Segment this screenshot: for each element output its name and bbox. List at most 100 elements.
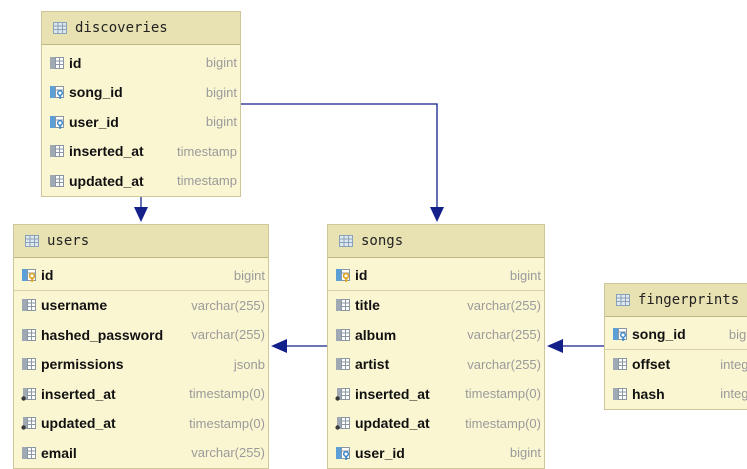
- column-type: bigint: [205, 84, 237, 100]
- column-icon: [49, 143, 65, 159]
- column-row[interactable]: title varchar(255): [328, 291, 544, 321]
- column-row[interactable]: offset integer: [605, 350, 747, 380]
- column-row[interactable]: song_id bigint: [605, 320, 747, 350]
- column-name: updated_at: [69, 172, 144, 189]
- table-icon: [615, 292, 631, 308]
- foreign-key-icon: [335, 445, 351, 461]
- column-row[interactable]: hash integer: [605, 379, 747, 409]
- column-name: id: [41, 267, 54, 284]
- column-type: bigint: [205, 55, 237, 71]
- foreign-key-icon: [612, 326, 628, 342]
- column-name: updated_at: [355, 415, 430, 432]
- column-type: jsonb: [233, 356, 265, 372]
- column-row[interactable]: email varchar(255): [14, 438, 268, 468]
- column-name: title: [355, 297, 380, 314]
- column-icon: [612, 356, 628, 372]
- column-row[interactable]: song_id bigint: [42, 78, 240, 108]
- column-name: inserted_at: [69, 143, 144, 160]
- table-icon: [24, 233, 40, 249]
- column-type: timestamp(0): [465, 386, 541, 402]
- column-row[interactable]: username varchar(255): [14, 291, 268, 321]
- column-row[interactable]: updated_at timestamp: [42, 166, 240, 196]
- not-null-column-icon: [21, 415, 37, 431]
- column-list: id bigint username varchar(255) hashed_passw…: [14, 258, 268, 468]
- table-header[interactable]: users: [14, 225, 268, 258]
- column-row[interactable]: updated_at timestamp(0): [14, 409, 268, 439]
- column-type: timestamp: [177, 143, 237, 159]
- column-row[interactable]: user_id bigint: [42, 107, 240, 137]
- primary-key-icon: [21, 267, 37, 283]
- table-icon: [338, 233, 354, 249]
- column-name: album: [355, 326, 397, 343]
- column-name: hash: [632, 385, 665, 402]
- column-name: hashed_password: [41, 326, 164, 343]
- column-row[interactable]: id bigint: [14, 261, 268, 291]
- column-type: varchar(255): [191, 297, 265, 313]
- column-name: permissions: [41, 356, 124, 373]
- column-type: varchar(255): [191, 445, 265, 461]
- column-type: timestamp(0): [189, 386, 265, 402]
- arrow-head-icon: [430, 207, 444, 222]
- column-name: updated_at: [41, 415, 116, 432]
- foreign-key-icon: [49, 114, 65, 130]
- column-type: varchar(255): [467, 327, 541, 343]
- column-name: artist: [355, 356, 390, 373]
- arrow-head-icon: [134, 207, 148, 222]
- column-list: id bigint title varchar(255) album varchar(25…: [328, 258, 544, 468]
- table-discoveries[interactable]: discoveries id bigint song_id bigint user_id b…: [41, 11, 241, 197]
- column-type: timestamp: [177, 173, 237, 189]
- column-icon: [21, 445, 37, 461]
- table-icon: [52, 20, 68, 36]
- table-name: discoveries: [75, 20, 168, 36]
- column-name: id: [355, 267, 368, 284]
- column-row[interactable]: permissions jsonb: [14, 350, 268, 380]
- column-row[interactable]: inserted_at timestamp: [42, 137, 240, 167]
- column-row[interactable]: artist varchar(255): [328, 350, 544, 380]
- column-row[interactable]: inserted_at timestamp(0): [328, 379, 544, 409]
- column-icon: [612, 386, 628, 402]
- relation-line-discoveries-songs: [241, 103, 438, 208]
- column-row[interactable]: id bigint: [42, 48, 240, 78]
- column-type: integer: [720, 386, 747, 402]
- column-name: user_id: [69, 113, 119, 130]
- column-icon: [21, 356, 37, 372]
- primary-key-icon: [335, 267, 351, 283]
- column-type: varchar(255): [191, 327, 265, 343]
- column-row[interactable]: hashed_password varchar(255): [14, 320, 268, 350]
- column-name: song_id: [69, 84, 123, 101]
- table-header[interactable]: songs: [328, 225, 544, 258]
- table-header[interactable]: fingerprints: [605, 284, 747, 317]
- arrow-head-icon: [547, 339, 563, 353]
- column-icon: [49, 55, 65, 71]
- column-icon: [21, 327, 37, 343]
- column-row[interactable]: album varchar(255): [328, 320, 544, 350]
- column-name: email: [41, 444, 77, 461]
- column-row[interactable]: id bigint: [328, 261, 544, 291]
- table-header[interactable]: discoveries: [42, 12, 240, 45]
- column-name: inserted_at: [41, 385, 116, 402]
- column-type: bigint: [233, 267, 265, 283]
- table-songs[interactable]: songs id bigint title varchar(255) album varch…: [327, 224, 545, 469]
- column-row[interactable]: user_id bigint: [328, 438, 544, 468]
- column-name: username: [41, 297, 108, 314]
- table-name: users: [47, 233, 90, 249]
- column-icon: [335, 327, 351, 343]
- column-name: offset: [632, 356, 671, 373]
- column-type: bigint: [509, 267, 541, 283]
- table-users[interactable]: users id bigint username varchar(255) hashed_…: [13, 224, 269, 469]
- column-name: user_id: [355, 444, 405, 461]
- column-row[interactable]: inserted_at timestamp(0): [14, 379, 268, 409]
- column-type: varchar(255): [467, 297, 541, 313]
- column-row[interactable]: updated_at timestamp(0): [328, 409, 544, 439]
- column-type: timestamp(0): [189, 415, 265, 431]
- column-list: id bigint song_id bigint user_id bigint insert…: [42, 45, 240, 196]
- table-name: fingerprints: [638, 292, 740, 308]
- diagram-canvas: discoveries id bigint song_id bigint user_id b…: [0, 0, 747, 469]
- column-type: bigint: [509, 445, 541, 461]
- column-icon: [21, 297, 37, 313]
- arrow-head-icon: [271, 339, 287, 353]
- column-icon: [335, 297, 351, 313]
- table-name: songs: [361, 233, 404, 249]
- not-null-column-icon: [335, 415, 351, 431]
- table-fingerprints[interactable]: fingerprintssong_idbigintoffsetintegerha…: [604, 283, 747, 410]
